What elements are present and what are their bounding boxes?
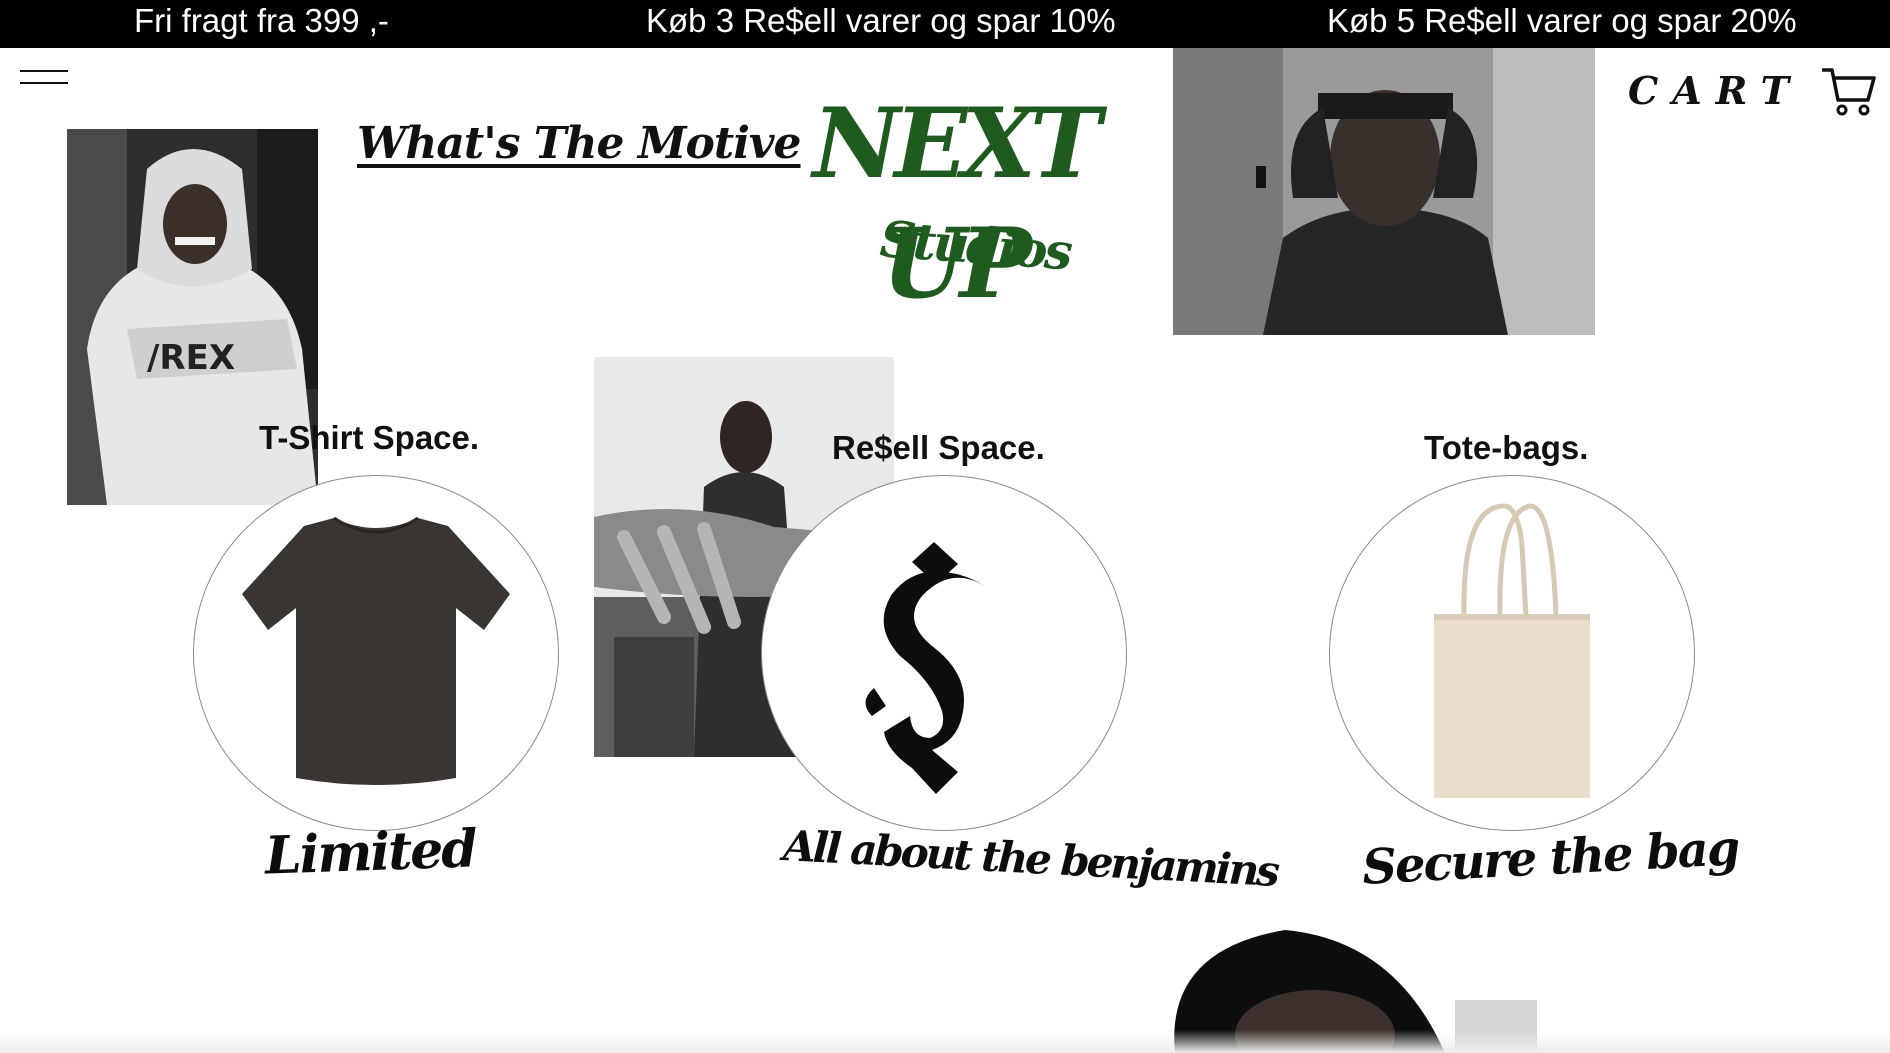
tote-bag-image	[1434, 503, 1590, 798]
resell-tagline[interactable]: All about the benjamins	[782, 821, 1278, 896]
resell-section-label[interactable]: Re$ell Space.	[832, 429, 1045, 467]
totes-section-label[interactable]: Tote-bags.	[1424, 429, 1588, 467]
tshirt-tagline[interactable]: Limited	[264, 818, 477, 886]
brand-sub-logo: Studios	[878, 209, 1072, 282]
gothic-s-icon	[865, 542, 988, 794]
totes-circle[interactable]	[1329, 475, 1695, 831]
resell-circle[interactable]	[761, 475, 1127, 831]
cart-icon[interactable]	[1820, 66, 1876, 118]
promo-buy-3: Køb 3 Re$ell varer og spar 10%	[646, 2, 1116, 39]
promo-free-shipping: Fri fragt fra 399 ,-	[134, 2, 389, 39]
promo-buy-5: Køb 5 Re$ell varer og spar 20%	[1327, 2, 1797, 39]
photo-headband-man	[1173, 48, 1595, 335]
bottom-fade	[0, 1030, 1890, 1053]
totes-tagline[interactable]: Secure the bag	[1361, 820, 1740, 896]
menu-icon[interactable]	[20, 66, 68, 88]
cart-link[interactable]: CART	[1628, 68, 1803, 113]
svg-text:/REX: /REX	[147, 338, 235, 378]
motive-link[interactable]: What's The Motive	[357, 118, 802, 169]
tshirt-image	[242, 516, 510, 785]
brand-logo[interactable]: NEXT UP	[796, 84, 1112, 320]
promo-bar: Fri fragt fra 399 ,- Køb 3 Re$ell varer …	[0, 0, 1890, 48]
tshirt-section-label[interactable]: T-Shirt Space.	[259, 419, 479, 457]
tshirt-circle[interactable]	[193, 475, 559, 831]
